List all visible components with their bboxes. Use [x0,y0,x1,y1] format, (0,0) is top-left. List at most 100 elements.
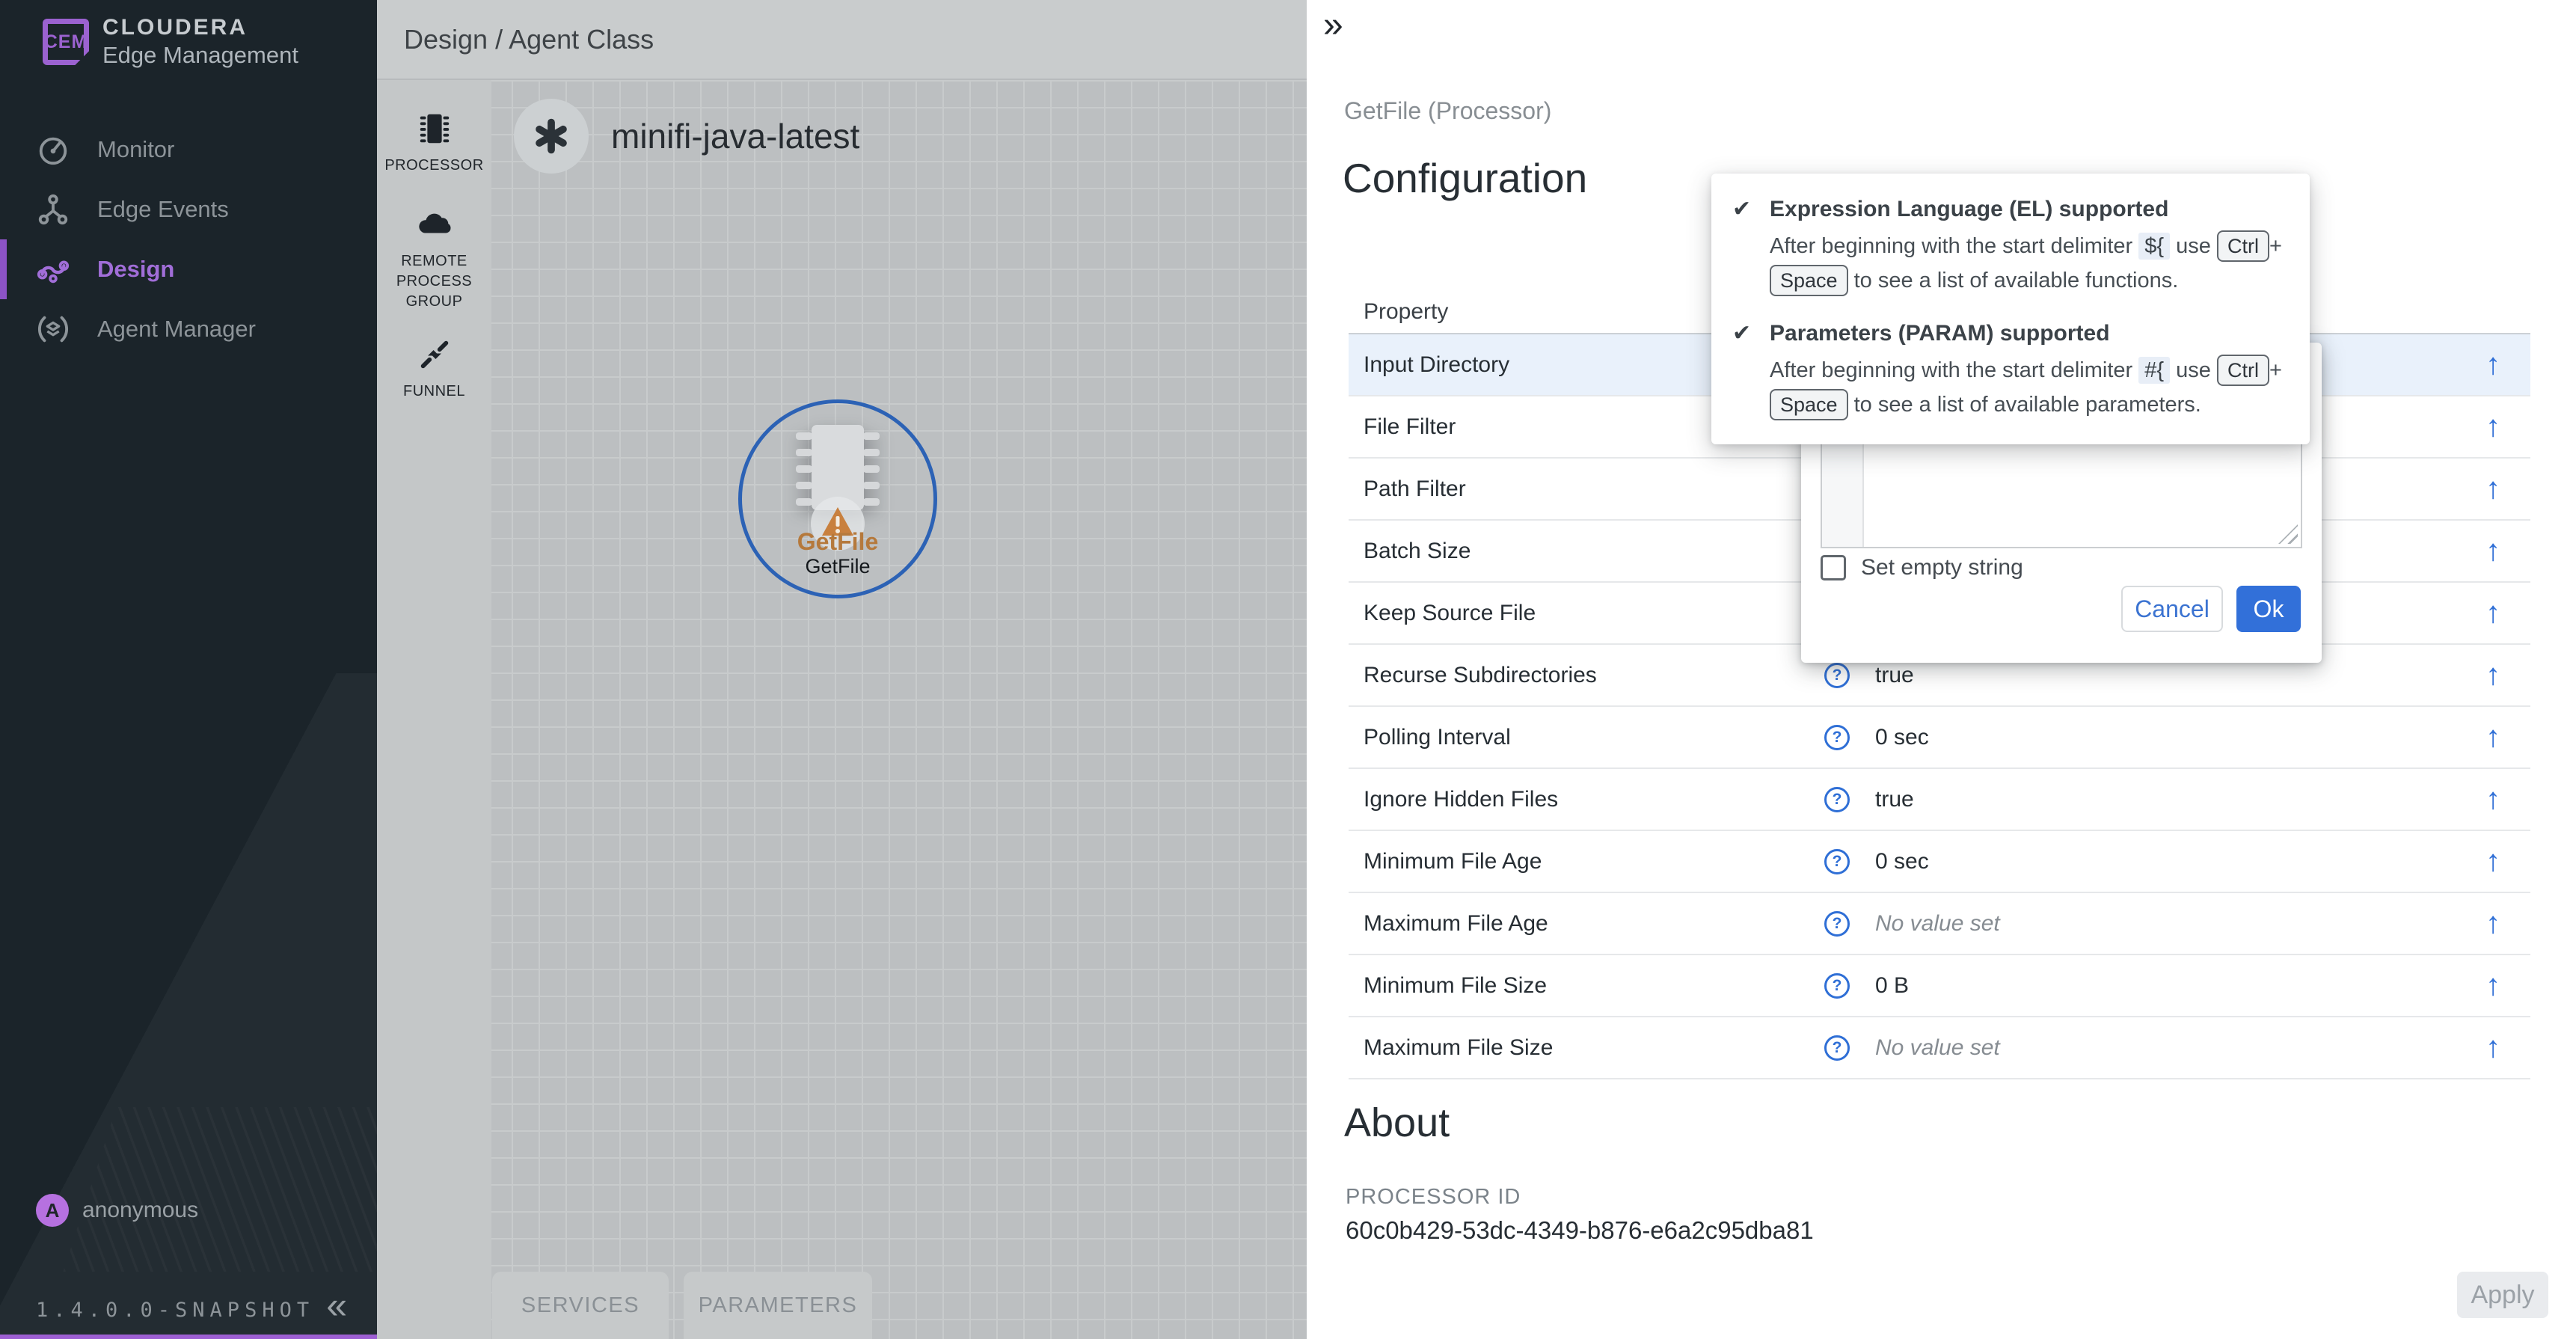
property-name: Minimum File Size [1349,973,1824,999]
panel-expand-icon[interactable]: » [1323,4,1343,46]
upload-arrow-icon[interactable]: ↑ [2485,907,2500,940]
property-value-cell: ? 0 B [1824,973,1909,999]
tooltip-item-el: ✔ Expression Language (EL) supported Aft… [1732,193,2289,298]
sidebar-item-agent-manager[interactable]: Agent Manager [0,299,377,359]
property-name: Minimum File Age [1349,849,1824,874]
upload-arrow-icon[interactable]: ↑ [2485,845,2500,878]
upload-arrow-icon[interactable]: ↑ [2485,534,2500,568]
upload-arrow-icon[interactable]: ↑ [2485,969,2500,1002]
tab-services[interactable]: SERVICES [492,1272,669,1339]
property-value-cell: ? 0 sec [1824,849,1929,874]
sidebar-accent-bar [0,1335,377,1339]
set-empty-string-label: Set empty string [1861,555,2023,580]
about-title: About [1344,1100,1450,1146]
palette-item-label: FUNNEL [377,382,491,402]
cloud-icon [416,206,453,243]
dialog-buttons: Cancel Ok [2121,586,2301,632]
ok-button[interactable]: Ok [2236,586,2301,632]
flow-canvas[interactable] [377,80,1307,1339]
property-value-cell: ? true [1824,787,1914,812]
panel-title: Configuration [1343,154,1587,202]
property-name: Maximum File Size [1349,1035,1824,1061]
upload-arrow-icon[interactable]: ↑ [2485,410,2500,444]
property-name: Maximum File Age [1349,911,1824,937]
upload-arrow-icon[interactable]: ↑ [2485,782,2500,816]
help-icon[interactable]: ? [1824,663,1850,688]
sidebar-collapse-icon[interactable]: « [326,1284,347,1327]
node-type-label: GetFile [726,528,950,556]
help-icon[interactable]: ? [1824,849,1850,874]
property-name: Keep Source File [1349,601,1824,626]
apply-button[interactable]: Apply [2457,1272,2548,1318]
help-icon[interactable]: ? [1824,911,1850,937]
property-value: No value set [1875,911,2000,937]
tooltip-body: After beginning with the start delimiter… [1770,353,2289,422]
user-menu[interactable]: A anonymous [36,1194,198,1227]
gauge-icon [36,132,70,167]
property-value: true [1875,663,1914,688]
help-icon[interactable]: ? [1824,1035,1850,1061]
tooltip-text: After beginning with the start delimiter [1770,358,2132,382]
set-empty-string-row: Set empty string [1821,555,2023,580]
property-value: true [1875,787,1914,812]
kbd-space: Space [1770,389,1848,420]
palette-item-processor[interactable]: PROCESSOR [377,110,491,176]
el-param-tooltip: ✔ Expression Language (EL) supported Aft… [1711,174,2310,444]
upload-arrow-icon[interactable]: ↑ [2485,596,2500,630]
asterisk-icon [532,117,571,156]
processor-id-value: 60c0b429-53dc-4349-b876-e6a2c95dba81 [1346,1216,1814,1245]
property-value: 0 B [1875,973,1909,999]
help-icon[interactable]: ? [1824,973,1850,999]
palette-item-label: REMOTE PROCESS GROUP [390,251,479,312]
set-empty-string-checkbox[interactable] [1821,555,1846,580]
upload-arrow-icon[interactable]: ↑ [2485,472,2500,506]
property-value-cell: ? 0 sec [1824,725,1929,750]
property-value-cell: ? true [1824,663,1914,688]
flow-name: minifi-java-latest [611,116,859,156]
canvas-header: Design / Agent Class [377,0,1307,80]
property-value: No value set [1875,1035,2000,1061]
sidebar-item-edge-events[interactable]: Edge Events [0,180,377,239]
property-value-cell: ? No value set [1824,1035,2000,1061]
property-value: 0 sec [1875,725,1929,750]
property-name: Ignore Hidden Files [1349,787,1824,812]
table-row[interactable]: Maximum File Size ? No value set ↑ [1349,1017,2530,1079]
property-name: Recurse Subdirectories [1349,663,1824,688]
help-icon[interactable]: ? [1824,787,1850,812]
sidebar-item-label: Design [97,256,174,283]
sidebar-item-design[interactable]: Design [0,239,377,299]
property-name: Path Filter [1349,477,1824,502]
sidebar: CEM CLOUDERA Edge Management Monitor [0,0,377,1339]
cem-badge-icon: CEM [43,19,89,65]
palette-item-funnel[interactable]: FUNNEL [377,336,491,402]
breadcrumb: Design / Agent Class [404,24,654,55]
delimiter-token: ${ [2138,233,2170,260]
tab-parameters[interactable]: PARAMETERS [684,1272,872,1339]
tooltip-text: use [2176,234,2211,258]
tooltip-text: to see a list of available functions. [1854,269,2179,292]
tooltip-item-param: ✔ Parameters (PARAM) supported After beg… [1732,317,2289,422]
cancel-button[interactable]: Cancel [2121,586,2223,632]
table-row[interactable]: Maximum File Age ? No value set ↑ [1349,893,2530,955]
layers-icon [36,312,70,346]
help-icon[interactable]: ? [1824,725,1850,750]
sidebar-item-monitor[interactable]: Monitor [0,120,377,180]
flow-status-badge [514,99,589,174]
upload-arrow-icon[interactable]: ↑ [2485,1031,2500,1064]
upload-arrow-icon[interactable]: ↑ [2485,658,2500,692]
flow-title: minifi-java-latest [514,99,859,174]
table-row[interactable]: Ignore Hidden Files ? true ↑ [1349,769,2530,831]
table-row[interactable]: Minimum File Size ? 0 B ↑ [1349,955,2530,1017]
upload-arrow-icon[interactable]: ↑ [2485,720,2500,754]
avatar: A [36,1194,69,1227]
upload-arrow-icon[interactable]: ↑ [2485,348,2500,382]
kbd-joiner: + [2269,234,2282,258]
kbd-ctrl: Ctrl [2217,230,2269,262]
table-row[interactable]: Polling Interval ? 0 sec ↑ [1349,707,2530,769]
kbd-joiner: + [2269,358,2282,382]
palette-item-remote-process-group[interactable]: REMOTE PROCESS GROUP [377,206,491,312]
check-icon: ✔ [1732,193,1767,298]
delimiter-token: #{ [2138,357,2170,384]
table-row[interactable]: Minimum File Age ? 0 sec ↑ [1349,831,2530,893]
property-name: Batch Size [1349,539,1824,564]
